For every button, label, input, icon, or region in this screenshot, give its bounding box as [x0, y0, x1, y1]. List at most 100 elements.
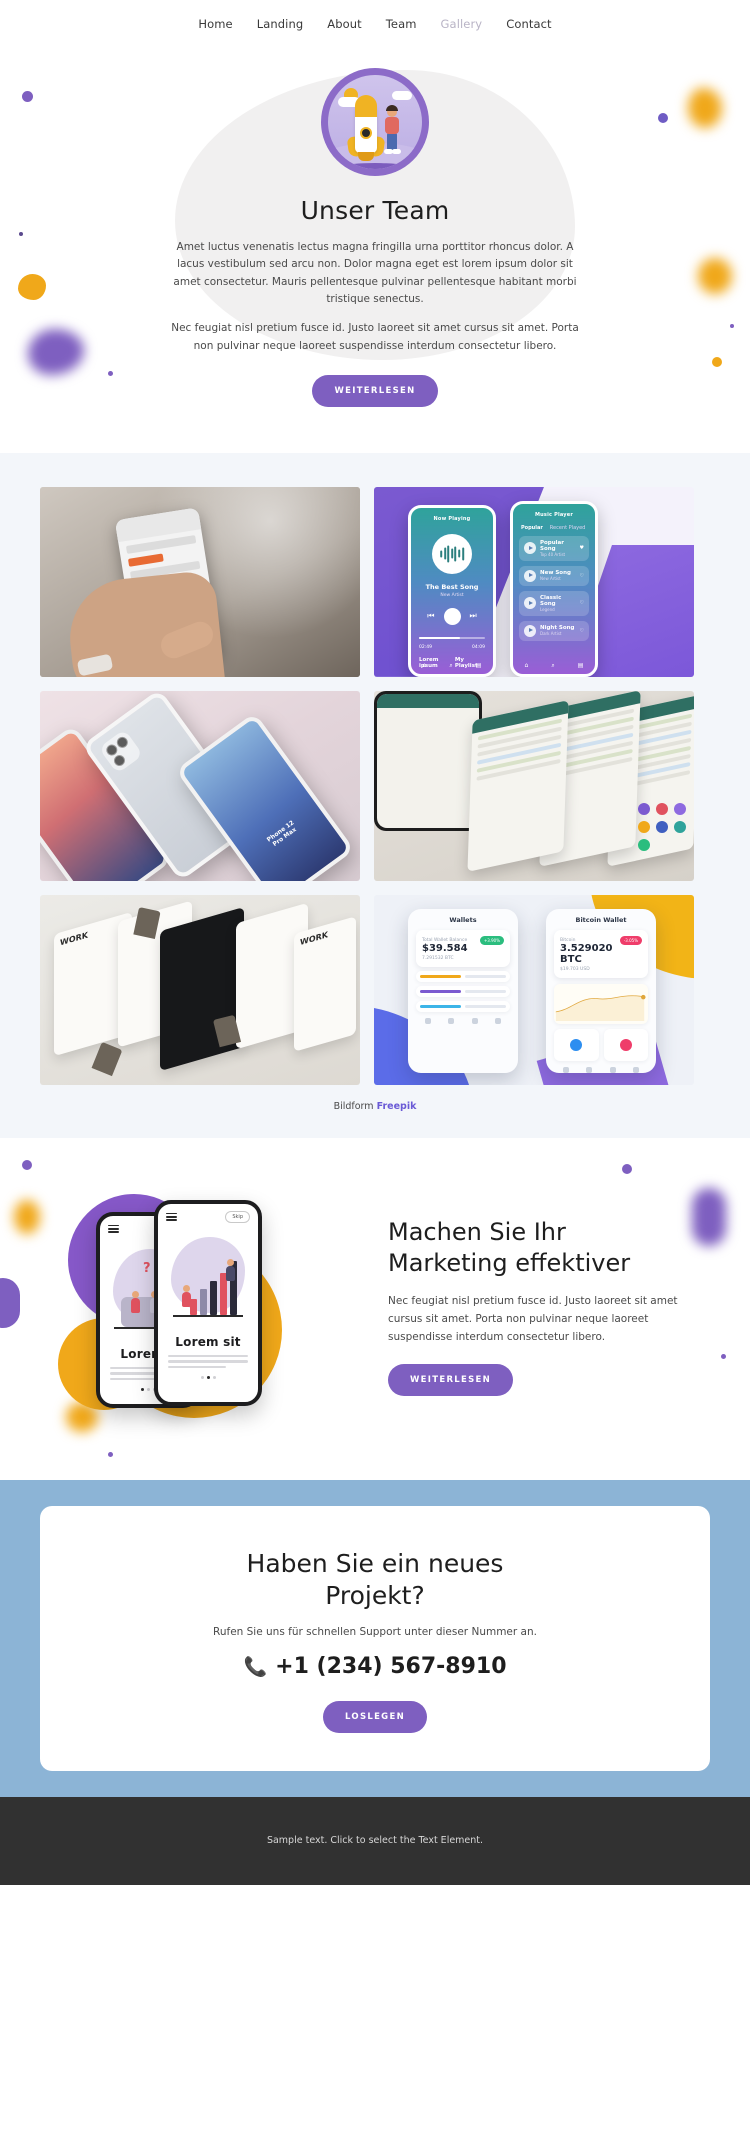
credit-prefix: Bildform [333, 1100, 374, 1112]
music-header-b: Music Player [534, 511, 574, 518]
list-song-title: Classic Song [540, 594, 562, 607]
tab-home-icon: ⌂ [524, 661, 529, 669]
bitcoin-header: Bitcoin Wallet [575, 915, 627, 924]
time-total: 04:09 [472, 644, 485, 650]
deco-orange-blob-m1 [14, 1199, 40, 1234]
quick-action-icons [638, 802, 686, 851]
cta-heading-line2: Projekt? [325, 1580, 425, 1610]
deco-dot-purple-9 [721, 1353, 726, 1359]
music-screen-now-playing: Now Playing The Best Song New Artist ⏮ ⏭ … [408, 504, 496, 677]
phone-brand-label: Phone 12 [265, 819, 296, 844]
rocket-astronaut-illustration [321, 68, 429, 176]
deco-dot-purple-6 [22, 1159, 32, 1170]
gallery-grid: Now Playing The Best Song New Artist ⏮ ⏭ … [40, 486, 710, 1085]
list-song-title: Popular Song [540, 539, 564, 552]
astronaut-person-figure [382, 105, 402, 155]
cta-section: Haben Sie ein neues Projekt? Rufen Sie u… [0, 1479, 750, 1797]
cta-heading: Haben Sie ein neues Projekt? [60, 1548, 690, 1612]
next-icon: ⏭ [469, 611, 477, 621]
cloud-icon-2 [392, 91, 412, 100]
marketing-section: Skip ? Lorem s Skip [0, 1137, 750, 1480]
gallery-item-crypto-wallet[interactable]: Wallets +3.90% Total Wallet Balance $39.… [374, 894, 694, 1085]
gallery-item-music-player[interactable]: Now Playing The Best Song New Artist ⏮ ⏭ … [374, 486, 694, 677]
rocket-porthole [360, 127, 372, 139]
pause-icon [443, 607, 461, 625]
page-title: Unser Team [300, 196, 450, 225]
question-mark-icon: ? [142, 1260, 151, 1276]
music-screen-player-list: Music Player Popular Recent Played Popula… [510, 500, 598, 677]
nav-item-home[interactable]: Home [198, 17, 232, 31]
menu-icon [108, 1224, 119, 1233]
music-tab-popular: Popular [521, 524, 543, 531]
marketing-read-more-button[interactable]: WEITERLESEN [388, 1364, 514, 1397]
telephone-icon: 📞 [243, 1655, 268, 1678]
wallet-screen-bitcoin: Bitcoin Wallet -3.05% Bitcoin 3.529020 B… [546, 908, 656, 1073]
hero-section: Unser Team Amet luctus venenatis lectus … [0, 48, 750, 453]
image-credit: Bildform Freepik [40, 1101, 710, 1112]
wallet-change-badge: +3.90% [479, 935, 504, 945]
main-navigation: Home Landing About Team Gallery Contact [0, 0, 750, 48]
tab-settings-icon: ▤ [475, 661, 482, 669]
hero-paragraph-1: Amet luctus venenatis lectus magna fring… [173, 241, 577, 305]
heart-icon: ♡ [579, 600, 584, 607]
rocket-nose [355, 95, 377, 117]
nav-item-contact[interactable]: Contact [506, 17, 551, 31]
rocket-base [358, 152, 374, 161]
phone-model-label: Pro Max [271, 826, 298, 848]
bitcoin-price-chart [554, 983, 648, 1024]
hero-read-more-button[interactable]: WEITERLESEN [312, 374, 438, 407]
wallet-header: Wallets [449, 915, 477, 924]
credit-link-freepik[interactable]: Freepik [377, 1101, 417, 1112]
footer-text[interactable]: Sample text. Click to select the Text El… [267, 1835, 483, 1846]
bitcoin-change-badge: -3.05% [619, 935, 642, 945]
cta-start-button[interactable]: LOSLEGEN [323, 1700, 427, 1733]
list-song-artist: New Artist [540, 576, 561, 582]
heart-icon: ♥ [579, 545, 584, 552]
wallet-balance-btc: 7.291532 BTC [422, 955, 454, 961]
marketing-heading: Machen Sie Ihr Marketing effektiver [388, 1217, 710, 1278]
bitcoin-amount: 3.529020 BTC [560, 942, 613, 965]
tab-search-icon: ⌕ [551, 661, 555, 669]
heart-icon: ♡ [579, 572, 584, 579]
marketing-paragraph: Nec feugiat nisl pretium fusce id. Justo… [388, 1294, 678, 1343]
gallery-item-chat-app[interactable] [374, 690, 694, 881]
tab-search-icon: ⌕ [449, 661, 453, 669]
deco-purple-blob-m-left [0, 1277, 20, 1328]
deco-dot-purple-8 [622, 1163, 632, 1174]
marketing-phone-front-title: Lorem sit [175, 1334, 241, 1349]
music-tab-recent: Recent Played [549, 524, 586, 531]
music-header-a: Now Playing [433, 515, 471, 522]
music-song-title: The Best Song [425, 582, 479, 591]
time-current: 02:49 [419, 644, 432, 650]
heart-icon: ♡ [579, 627, 584, 634]
skip-button[interactable]: Skip [225, 1210, 250, 1223]
gallery-item-phone-mockups[interactable]: Phone 12 Pro Max [40, 690, 360, 881]
list-song-artist: Legend [540, 606, 555, 612]
nav-item-team[interactable]: Team [386, 17, 417, 31]
cta-phone-number[interactable]: +1 (234) 567-8910 [275, 1654, 506, 1679]
marketing-heading-line2: Marketing effektiver [388, 1249, 631, 1278]
marketing-illustration: Skip ? Lorem s Skip [40, 1190, 370, 1420]
hero-paragraph-2: Nec feugiat nisl pretium fusce id. Justo… [171, 322, 579, 352]
nav-item-gallery[interactable]: Gallery [441, 17, 483, 31]
deco-dot-purple-7 [108, 1451, 113, 1457]
tab-settings-icon: ▤ [577, 661, 584, 669]
nav-item-about[interactable]: About [327, 17, 362, 31]
bitcoin-usd: $19.703 USD [560, 966, 590, 972]
work-label: WORK [60, 930, 88, 948]
list-song-artist: Dark Artist [540, 631, 562, 637]
page-root: Home Landing About Team Gallery Contact [0, 0, 750, 1885]
nav-item-landing[interactable]: Landing [257, 17, 304, 31]
progress-bar [419, 636, 485, 639]
cta-subtext: Rufen Sie uns für schnellen Support unte… [213, 1625, 537, 1638]
marketing-phone-front: Skip Lorem sit [154, 1199, 262, 1406]
gallery-item-work-app[interactable]: WORK WORK [40, 894, 360, 1085]
prev-icon: ⏮ [427, 611, 435, 621]
album-art-icon [432, 533, 472, 574]
gallery-item-hand-holding-phone[interactable] [40, 486, 360, 677]
music-song-artist: New Artist [440, 592, 464, 598]
gallery-section: Now Playing The Best Song New Artist ⏮ ⏭ … [0, 452, 750, 1138]
cta-heading-line1: Haben Sie ein neues [246, 1548, 504, 1578]
menu-icon [166, 1212, 177, 1221]
marketing-heading-line1: Machen Sie Ihr [388, 1218, 566, 1247]
